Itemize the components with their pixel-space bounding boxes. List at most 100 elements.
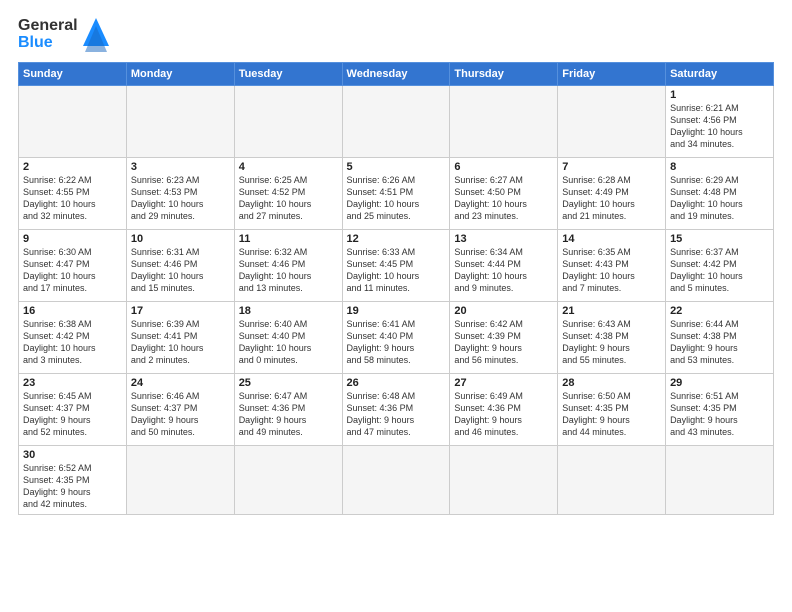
calendar-cell: 18Sunrise: 6:40 AM Sunset: 4:40 PM Dayli… [234,302,342,374]
day-number: 5 [347,161,446,173]
day-info: Sunrise: 6:50 AM Sunset: 4:35 PM Dayligh… [562,390,661,439]
day-info: Sunrise: 6:39 AM Sunset: 4:41 PM Dayligh… [131,318,230,367]
day-info: Sunrise: 6:31 AM Sunset: 4:46 PM Dayligh… [131,246,230,295]
calendar-header-row: SundayMondayTuesdayWednesdayThursdayFrid… [19,63,774,86]
calendar-cell: 9Sunrise: 6:30 AM Sunset: 4:47 PM Daylig… [19,230,127,302]
calendar-table: SundayMondayTuesdayWednesdayThursdayFrid… [18,62,774,515]
day-number: 21 [562,305,661,317]
day-number: 7 [562,161,661,173]
day-info: Sunrise: 6:29 AM Sunset: 4:48 PM Dayligh… [670,174,769,223]
day-info: Sunrise: 6:33 AM Sunset: 4:45 PM Dayligh… [347,246,446,295]
calendar-cell [558,86,666,158]
calendar-cell: 17Sunrise: 6:39 AM Sunset: 4:41 PM Dayli… [126,302,234,374]
logo-icon [81,16,111,54]
day-number: 28 [562,377,661,389]
calendar-cell: 8Sunrise: 6:29 AM Sunset: 4:48 PM Daylig… [666,158,774,230]
calendar-cell [126,86,234,158]
day-number: 3 [131,161,230,173]
calendar-cell [126,446,234,515]
day-info: Sunrise: 6:21 AM Sunset: 4:56 PM Dayligh… [670,102,769,151]
weekday-header: Sunday [19,63,127,86]
calendar-cell: 3Sunrise: 6:23 AM Sunset: 4:53 PM Daylig… [126,158,234,230]
calendar-cell: 13Sunrise: 6:34 AM Sunset: 4:44 PM Dayli… [450,230,558,302]
calendar-cell: 6Sunrise: 6:27 AM Sunset: 4:50 PM Daylig… [450,158,558,230]
day-number: 11 [239,233,338,245]
calendar-cell [19,86,127,158]
day-info: Sunrise: 6:34 AM Sunset: 4:44 PM Dayligh… [454,246,553,295]
day-number: 29 [670,377,769,389]
logo-area: General Blue [18,16,111,54]
calendar-cell [342,446,450,515]
day-number: 26 [347,377,446,389]
day-info: Sunrise: 6:30 AM Sunset: 4:47 PM Dayligh… [23,246,122,295]
header: General Blue [18,16,774,54]
calendar-cell [666,446,774,515]
day-number: 19 [347,305,446,317]
logo-general-text: General [18,18,78,35]
day-info: Sunrise: 6:45 AM Sunset: 4:37 PM Dayligh… [23,390,122,439]
day-number: 20 [454,305,553,317]
day-info: Sunrise: 6:49 AM Sunset: 4:36 PM Dayligh… [454,390,553,439]
day-number: 9 [23,233,122,245]
day-info: Sunrise: 6:22 AM Sunset: 4:55 PM Dayligh… [23,174,122,223]
day-info: Sunrise: 6:23 AM Sunset: 4:53 PM Dayligh… [131,174,230,223]
page: General Blue SundayMondayTuesdayWednesda… [0,0,792,612]
day-number: 2 [23,161,122,173]
calendar-cell: 14Sunrise: 6:35 AM Sunset: 4:43 PM Dayli… [558,230,666,302]
day-info: Sunrise: 6:51 AM Sunset: 4:35 PM Dayligh… [670,390,769,439]
calendar-cell [450,86,558,158]
day-info: Sunrise: 6:40 AM Sunset: 4:40 PM Dayligh… [239,318,338,367]
day-number: 10 [131,233,230,245]
calendar-cell: 7Sunrise: 6:28 AM Sunset: 4:49 PM Daylig… [558,158,666,230]
calendar-cell: 22Sunrise: 6:44 AM Sunset: 4:38 PM Dayli… [666,302,774,374]
day-number: 27 [454,377,553,389]
calendar-cell [342,86,450,158]
day-number: 4 [239,161,338,173]
calendar-week-row: 9Sunrise: 6:30 AM Sunset: 4:47 PM Daylig… [19,230,774,302]
day-number: 13 [454,233,553,245]
calendar-cell: 15Sunrise: 6:37 AM Sunset: 4:42 PM Dayli… [666,230,774,302]
calendar-cell [234,446,342,515]
weekday-header: Friday [558,63,666,86]
logo-blue-text: Blue [18,35,78,52]
day-number: 17 [131,305,230,317]
day-info: Sunrise: 6:43 AM Sunset: 4:38 PM Dayligh… [562,318,661,367]
day-info: Sunrise: 6:42 AM Sunset: 4:39 PM Dayligh… [454,318,553,367]
day-number: 14 [562,233,661,245]
calendar-cell: 29Sunrise: 6:51 AM Sunset: 4:35 PM Dayli… [666,374,774,446]
day-info: Sunrise: 6:37 AM Sunset: 4:42 PM Dayligh… [670,246,769,295]
calendar-cell [450,446,558,515]
calendar-cell: 2Sunrise: 6:22 AM Sunset: 4:55 PM Daylig… [19,158,127,230]
day-info: Sunrise: 6:26 AM Sunset: 4:51 PM Dayligh… [347,174,446,223]
weekday-header: Thursday [450,63,558,86]
day-number: 22 [670,305,769,317]
calendar-cell: 27Sunrise: 6:49 AM Sunset: 4:36 PM Dayli… [450,374,558,446]
calendar-week-row: 2Sunrise: 6:22 AM Sunset: 4:55 PM Daylig… [19,158,774,230]
calendar-week-row: 23Sunrise: 6:45 AM Sunset: 4:37 PM Dayli… [19,374,774,446]
calendar-cell: 23Sunrise: 6:45 AM Sunset: 4:37 PM Dayli… [19,374,127,446]
calendar-cell: 11Sunrise: 6:32 AM Sunset: 4:46 PM Dayli… [234,230,342,302]
day-info: Sunrise: 6:38 AM Sunset: 4:42 PM Dayligh… [23,318,122,367]
day-number: 6 [454,161,553,173]
day-info: Sunrise: 6:32 AM Sunset: 4:46 PM Dayligh… [239,246,338,295]
weekday-header: Wednesday [342,63,450,86]
day-number: 12 [347,233,446,245]
day-info: Sunrise: 6:44 AM Sunset: 4:38 PM Dayligh… [670,318,769,367]
day-info: Sunrise: 6:46 AM Sunset: 4:37 PM Dayligh… [131,390,230,439]
calendar-cell: 5Sunrise: 6:26 AM Sunset: 4:51 PM Daylig… [342,158,450,230]
calendar-week-row: 1Sunrise: 6:21 AM Sunset: 4:56 PM Daylig… [19,86,774,158]
calendar-cell: 16Sunrise: 6:38 AM Sunset: 4:42 PM Dayli… [19,302,127,374]
weekday-header: Tuesday [234,63,342,86]
day-info: Sunrise: 6:25 AM Sunset: 4:52 PM Dayligh… [239,174,338,223]
day-number: 16 [23,305,122,317]
calendar-week-row: 16Sunrise: 6:38 AM Sunset: 4:42 PM Dayli… [19,302,774,374]
calendar-cell: 30Sunrise: 6:52 AM Sunset: 4:35 PM Dayli… [19,446,127,515]
calendar-cell: 20Sunrise: 6:42 AM Sunset: 4:39 PM Dayli… [450,302,558,374]
calendar-cell: 28Sunrise: 6:50 AM Sunset: 4:35 PM Dayli… [558,374,666,446]
calendar-cell: 19Sunrise: 6:41 AM Sunset: 4:40 PM Dayli… [342,302,450,374]
day-number: 25 [239,377,338,389]
day-info: Sunrise: 6:41 AM Sunset: 4:40 PM Dayligh… [347,318,446,367]
day-info: Sunrise: 6:27 AM Sunset: 4:50 PM Dayligh… [454,174,553,223]
day-number: 1 [670,89,769,101]
calendar-cell: 10Sunrise: 6:31 AM Sunset: 4:46 PM Dayli… [126,230,234,302]
